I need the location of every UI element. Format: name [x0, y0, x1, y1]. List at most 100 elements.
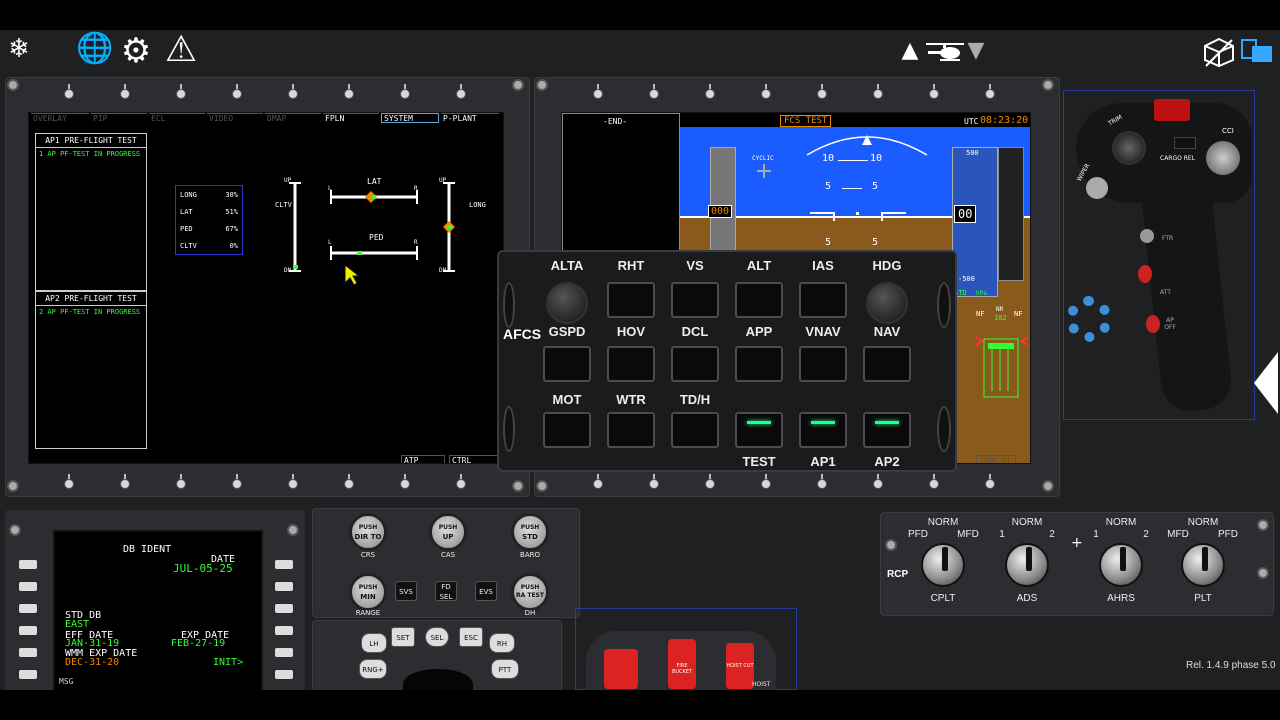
mfd-right-bottom-soft-key[interactable] — [977, 474, 1003, 490]
cdu-line-select-key-right[interactable] — [275, 626, 293, 635]
mfd-right-bottom-soft-key[interactable] — [641, 474, 667, 490]
fire-bucket-switch[interactable]: FIRE BUCKET — [668, 639, 696, 689]
mfd-right-bottom-soft-key[interactable] — [921, 474, 947, 490]
globe-icon[interactable]: 🌐 — [76, 34, 113, 64]
ap-off-button[interactable] — [1146, 315, 1160, 333]
arrow-down-icon[interactable]: ▼ — [964, 40, 988, 62]
snowflake-icon[interactable]: ❄ — [4, 36, 34, 62]
hoist-cut-switch[interactable]: HOIST CUT — [726, 643, 754, 689]
tab-system[interactable]: SYSTEM — [381, 113, 439, 123]
mfd-right-top-soft-key[interactable] — [641, 84, 667, 100]
ias-button[interactable] — [799, 282, 847, 318]
ap2-button[interactable] — [863, 412, 911, 448]
esc-button[interactable]: ESC — [459, 627, 483, 647]
mfd-left-top-soft-key[interactable] — [336, 84, 362, 100]
cdu-line-select-key-left[interactable] — [19, 560, 37, 569]
cdu-line-select-key-right[interactable] — [275, 670, 293, 679]
mfd-left-bottom-soft-key[interactable] — [280, 474, 306, 490]
lh-button[interactable]: LH — [361, 633, 387, 653]
rh-button[interactable]: RH — [489, 633, 515, 653]
left-guard-switch[interactable] — [604, 649, 638, 689]
cdu-line-select-key-right[interactable] — [275, 560, 293, 569]
tab-owner[interactable]: OWNE R1 — [976, 455, 1016, 463]
gear-icon[interactable]: ⚙ — [118, 34, 154, 68]
windows-icon[interactable] — [1240, 38, 1276, 66]
mfd-right-bottom-soft-key[interactable] — [809, 474, 835, 490]
rht-button[interactable] — [607, 282, 655, 318]
mfd-right-bottom-soft-key[interactable] — [865, 474, 891, 490]
mfd-left-top-soft-key[interactable] — [280, 84, 306, 100]
tab-ctrl[interactable]: CTRL — [449, 455, 499, 463]
dcl-button[interactable] — [671, 346, 719, 382]
mfd-left-top-soft-key[interactable] — [448, 84, 474, 100]
cci-knob[interactable] — [1206, 141, 1240, 175]
mfd-right-bottom-soft-key[interactable] — [585, 474, 611, 490]
fd-sel-button[interactable]: FD SEL — [435, 581, 457, 601]
mfd-right-top-soft-key[interactable] — [753, 84, 779, 100]
rcp-ads-selector[interactable] — [1005, 543, 1049, 587]
mfd-left-top-soft-key[interactable] — [392, 84, 418, 100]
hdg-knob[interactable] — [866, 282, 908, 324]
mfd-right-top-soft-key[interactable] — [921, 84, 947, 100]
tab-video[interactable]: VIDEO — [207, 113, 263, 123]
alt-button[interactable] — [735, 282, 783, 318]
mfd-left-bottom-soft-key[interactable] — [448, 474, 474, 490]
baro-std-knob[interactable]: PUSH STD — [511, 513, 549, 551]
arrow-up-icon[interactable]: ▲ — [898, 40, 922, 62]
cdu-line-select-key-right[interactable] — [275, 582, 293, 591]
side-panel-arrow-icon[interactable] — [1252, 350, 1280, 416]
rng-plus-button[interactable]: RNG+ — [359, 659, 387, 679]
mot-button[interactable] — [543, 412, 591, 448]
ptt-button[interactable]: PTT — [491, 659, 519, 679]
range-min-knob[interactable]: PUSH MIN — [349, 573, 387, 611]
mfd-right-bottom-soft-key[interactable] — [753, 474, 779, 490]
tab-overlay[interactable]: OVERLAY — [31, 113, 89, 123]
tdh-button[interactable] — [671, 412, 719, 448]
vnav-button[interactable] — [799, 346, 847, 382]
cas-up-knob[interactable]: PUSH UP — [429, 513, 467, 551]
tab-fpln[interactable]: FPLN — [323, 113, 379, 123]
cdu-line-select-key-left[interactable] — [19, 648, 37, 657]
test-button[interactable] — [735, 412, 783, 448]
tab-p-plant[interactable]: P-PLANT — [441, 113, 499, 123]
rcp-plt-selector[interactable] — [1181, 543, 1225, 587]
evs-button[interactable]: EVS — [475, 581, 497, 601]
nav-button[interactable] — [863, 346, 911, 382]
dh-ra-test-knob[interactable]: PUSH RA TEST — [511, 573, 549, 611]
hov-button[interactable] — [607, 346, 655, 382]
mfd-left-bottom-soft-key[interactable] — [56, 474, 82, 490]
cdu-line-select-key-left[interactable] — [19, 582, 37, 591]
sel-button[interactable]: SEL — [425, 627, 449, 647]
set-button[interactable]: SET — [391, 627, 415, 647]
gspd-button[interactable] — [543, 346, 591, 382]
cdu-line-select-key-right[interactable] — [275, 604, 293, 613]
tab-ecl[interactable]: ECL — [149, 113, 205, 123]
rcp-cplt-selector[interactable] — [921, 543, 965, 587]
rotate-control-icon[interactable] — [1066, 296, 1112, 342]
att-button[interactable] — [1138, 265, 1152, 283]
ftr-button[interactable] — [1140, 229, 1154, 243]
mfd-left-bottom-soft-key[interactable] — [168, 474, 194, 490]
trim-hat[interactable] — [1112, 131, 1146, 165]
mfd-right-top-soft-key[interactable] — [585, 84, 611, 100]
mfd-left-top-soft-key[interactable] — [168, 84, 194, 100]
cdu-line-select-key-left[interactable] — [19, 670, 37, 679]
mfd-left-top-soft-key[interactable] — [224, 84, 250, 100]
svs-button[interactable]: SVS — [395, 581, 417, 601]
mfd-right-top-soft-key[interactable] — [809, 84, 835, 100]
dir-to-knob[interactable]: PUSH DIR TO — [349, 513, 387, 551]
cdu-line-select-key-left[interactable] — [19, 626, 37, 635]
mfd-right-top-soft-key[interactable] — [977, 84, 1003, 100]
cube-view-icon[interactable] — [1202, 36, 1236, 68]
mfd-right-bottom-soft-key[interactable] — [697, 474, 723, 490]
mfd-left-top-soft-key[interactable] — [112, 84, 138, 100]
mfd-right-top-soft-key[interactable] — [697, 84, 723, 100]
mfd-right-top-soft-key[interactable] — [865, 84, 891, 100]
warning-icon[interactable]: ⚠ — [160, 32, 202, 68]
tab-pip[interactable]: PIP — [91, 113, 147, 123]
cdu-line-select-key-left[interactable] — [19, 604, 37, 613]
mfd-left-top-soft-key[interactable] — [56, 84, 82, 100]
rcp-ahrs-selector[interactable] — [1099, 543, 1143, 587]
ap1-button[interactable] — [799, 412, 847, 448]
wiper-button[interactable] — [1086, 177, 1108, 199]
